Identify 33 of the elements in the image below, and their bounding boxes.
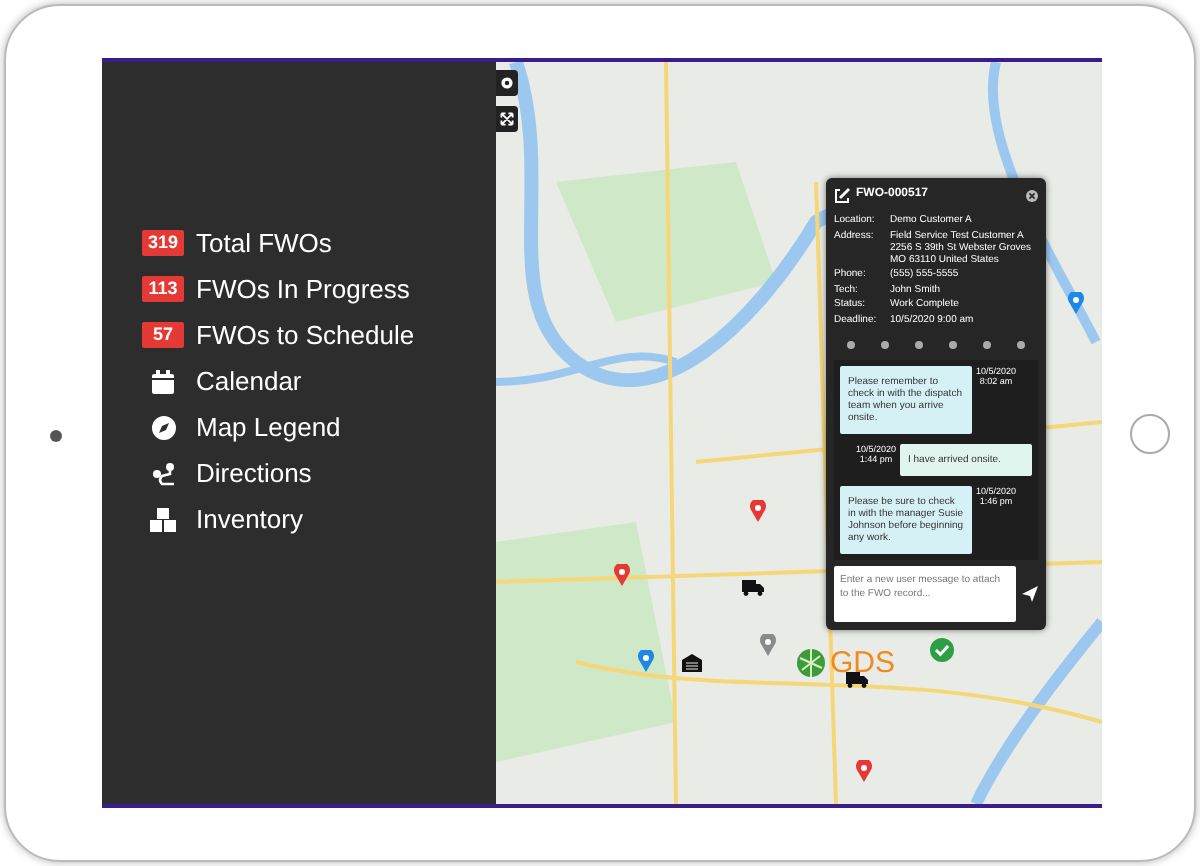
send-icon[interactable]	[1022, 585, 1038, 601]
count-badge: 57	[142, 322, 184, 348]
edit-icon[interactable]	[834, 187, 850, 203]
menu-item[interactable]: FWOs to Schedule	[196, 315, 415, 355]
fullscreen-button[interactable]	[496, 106, 518, 132]
map-settings-button[interactable]	[496, 70, 518, 96]
menu-item[interactable]: Map Legend	[196, 407, 341, 447]
map-pin-icon[interactable]	[638, 650, 654, 672]
route-icon	[151, 461, 175, 485]
menu-item[interactable]: Calendar	[196, 361, 302, 401]
count-badge: 319	[142, 230, 184, 256]
close-icon[interactable]	[1026, 189, 1038, 201]
boxes-icon	[150, 507, 176, 531]
map-pin-icon[interactable]	[856, 760, 872, 782]
map-pin-icon[interactable]	[760, 634, 776, 656]
map-pin-icon[interactable]	[1068, 292, 1084, 314]
map-pin-icon[interactable]	[614, 564, 630, 586]
calendar-icon	[152, 369, 174, 393]
menu-item[interactable]: Inventory	[196, 499, 303, 539]
check-icon[interactable]	[930, 638, 954, 662]
menu-item[interactable]: Directions	[196, 453, 312, 493]
compass-icon	[151, 415, 175, 439]
camera-icon	[50, 430, 62, 442]
truck-icon[interactable]	[742, 580, 764, 596]
truck-icon[interactable]	[846, 672, 868, 688]
company-logo-text: GDS	[830, 648, 896, 678]
menu-item[interactable]: FWOs In Progress	[196, 269, 410, 309]
count-badge: 113	[142, 276, 184, 302]
map-pin-icon[interactable]	[750, 500, 766, 522]
warehouse-icon[interactable]	[682, 654, 702, 672]
menu-item[interactable]: Total FWOs	[196, 223, 332, 263]
expand-icon	[500, 112, 514, 126]
globe-icon	[796, 648, 826, 678]
